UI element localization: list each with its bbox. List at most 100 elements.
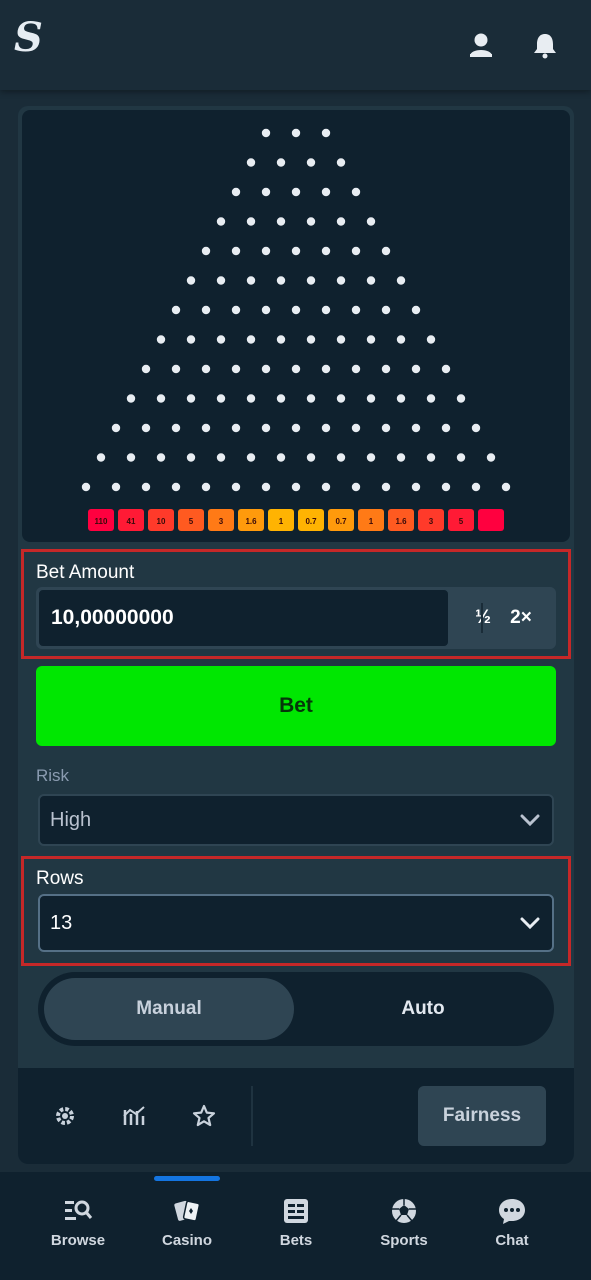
- plinko-peg: [456, 453, 466, 462]
- plinko-peg: [186, 335, 196, 344]
- plinko-peg: [291, 482, 301, 492]
- plinko-peg: [261, 305, 271, 315]
- multiplier-label: 0.7: [305, 517, 317, 526]
- plinko-peg: [396, 453, 406, 462]
- bet-buttons-divider: [481, 603, 483, 633]
- nav-label-browse: Browse: [50, 1232, 106, 1249]
- browse-icon: [65, 1200, 93, 1220]
- plinko-peg: [246, 394, 256, 403]
- multiplier-bucket: [478, 509, 504, 531]
- nav-item-chat[interactable]: Chat: [472, 1196, 552, 1260]
- plinko-peg: [336, 276, 346, 285]
- plinko-board-graphic: 110 41 10 5 3 1.6 1 0.7 0.7 1 1.6 3 5: [81, 128, 511, 531]
- plinko-peg: [156, 335, 166, 344]
- plinko-peg: [261, 246, 271, 256]
- plinko-peg: [336, 158, 346, 167]
- plinko-peg: [351, 482, 361, 492]
- fairness-button[interactable]: Fairness: [418, 1086, 546, 1146]
- nav-active-indicator: [154, 1176, 220, 1181]
- plinko-peg: [141, 364, 151, 374]
- tab-manual[interactable]: Manual: [44, 978, 294, 1040]
- plinko-peg: [366, 335, 376, 344]
- tab-auto[interactable]: Auto: [298, 978, 548, 1040]
- bet-amount-group: ½ 2×: [36, 587, 556, 649]
- plinko-peg: [351, 305, 361, 315]
- risk-select[interactable]: High: [38, 794, 554, 846]
- nav-item-browse[interactable]: Browse: [38, 1196, 118, 1260]
- plinko-peg: [306, 158, 316, 167]
- plinko-peg: [381, 246, 391, 256]
- plinko-peg: [336, 394, 346, 403]
- multiplier-label: 1.6: [245, 517, 257, 526]
- plinko-peg: [426, 335, 436, 344]
- top-bar: S: [0, 0, 591, 90]
- plinko-peg: [186, 276, 196, 285]
- plinko-peg: [441, 364, 451, 374]
- plinko-peg: [246, 335, 256, 344]
- plinko-peg: [306, 394, 316, 403]
- nav-label-sports: Sports: [380, 1232, 428, 1249]
- plinko-peg: [216, 217, 226, 226]
- bet-button[interactable]: Bet: [36, 666, 556, 746]
- plinko-board: 110 41 10 5 3 1.6 1 0.7 0.7 1 1.6 3 5: [22, 110, 570, 542]
- plinko-peg: [231, 423, 241, 433]
- plinko-peg: [201, 364, 211, 374]
- plinko-peg: [456, 394, 466, 403]
- multiplier-label: 1: [279, 517, 284, 526]
- plinko-peg: [201, 423, 211, 433]
- plinko-peg: [336, 217, 346, 226]
- plinko-peg: [291, 364, 301, 374]
- logo[interactable]: S: [14, 18, 43, 58]
- plinko-peg: [471, 423, 481, 433]
- rows-value: 13: [50, 911, 73, 934]
- nav-item-bets[interactable]: Bets: [256, 1196, 336, 1260]
- plinko-peg: [201, 305, 211, 315]
- plinko-peg: [441, 423, 451, 433]
- plinko-peg: [351, 187, 361, 197]
- plinko-peg: [231, 246, 241, 256]
- plinko-peg: [471, 482, 481, 492]
- nav-item-casino[interactable]: Casino: [147, 1196, 227, 1260]
- plinko-peg: [111, 482, 121, 492]
- plinko-peg: [321, 187, 331, 197]
- user-icon[interactable]: [466, 30, 496, 60]
- plinko-peg: [291, 187, 301, 197]
- bell-icon[interactable]: [530, 30, 560, 60]
- rows-label: Rows: [36, 868, 84, 889]
- rows-select[interactable]: 13: [38, 894, 554, 952]
- plinko-peg: [276, 276, 286, 285]
- plinko-peg: [186, 394, 196, 403]
- plinko-peg: [321, 128, 331, 138]
- plinko-peg: [246, 453, 256, 462]
- nav-item-sports[interactable]: Sports: [364, 1196, 444, 1260]
- multiplier-label: 1.6: [395, 517, 407, 526]
- bet-amount-input[interactable]: [38, 589, 449, 647]
- plinko-peg: [171, 305, 181, 315]
- plinko-peg: [486, 453, 496, 462]
- plinko-peg: [411, 364, 421, 374]
- plinko-peg: [366, 217, 376, 226]
- stats-icon[interactable]: [122, 1104, 146, 1128]
- plinko-peg: [216, 335, 226, 344]
- plinko-peg: [291, 423, 301, 433]
- risk-value: High: [50, 808, 92, 831]
- settings-icon[interactable]: [53, 1104, 77, 1128]
- casino-icon: [174, 1200, 201, 1222]
- plinko-peg: [381, 364, 391, 374]
- plinko-peg: [231, 187, 241, 197]
- nav-label-casino: Casino: [161, 1232, 212, 1249]
- multiplier-label: 3: [429, 517, 434, 526]
- plinko-peg: [351, 364, 361, 374]
- plinko-peg: [396, 276, 406, 285]
- plinko-peg: [276, 394, 286, 403]
- double-bet-button[interactable]: 2×: [488, 589, 554, 647]
- star-icon[interactable]: [192, 1104, 216, 1128]
- chevron-down-icon: [520, 917, 540, 929]
- plinko-peg: [126, 453, 136, 462]
- plinko-peg: [306, 335, 316, 344]
- plinko-peg: [246, 158, 256, 167]
- footer-divider: [251, 1086, 253, 1146]
- multiplier-label: 5: [459, 517, 464, 526]
- plinko-peg: [306, 276, 316, 285]
- plinko-peg: [321, 364, 331, 374]
